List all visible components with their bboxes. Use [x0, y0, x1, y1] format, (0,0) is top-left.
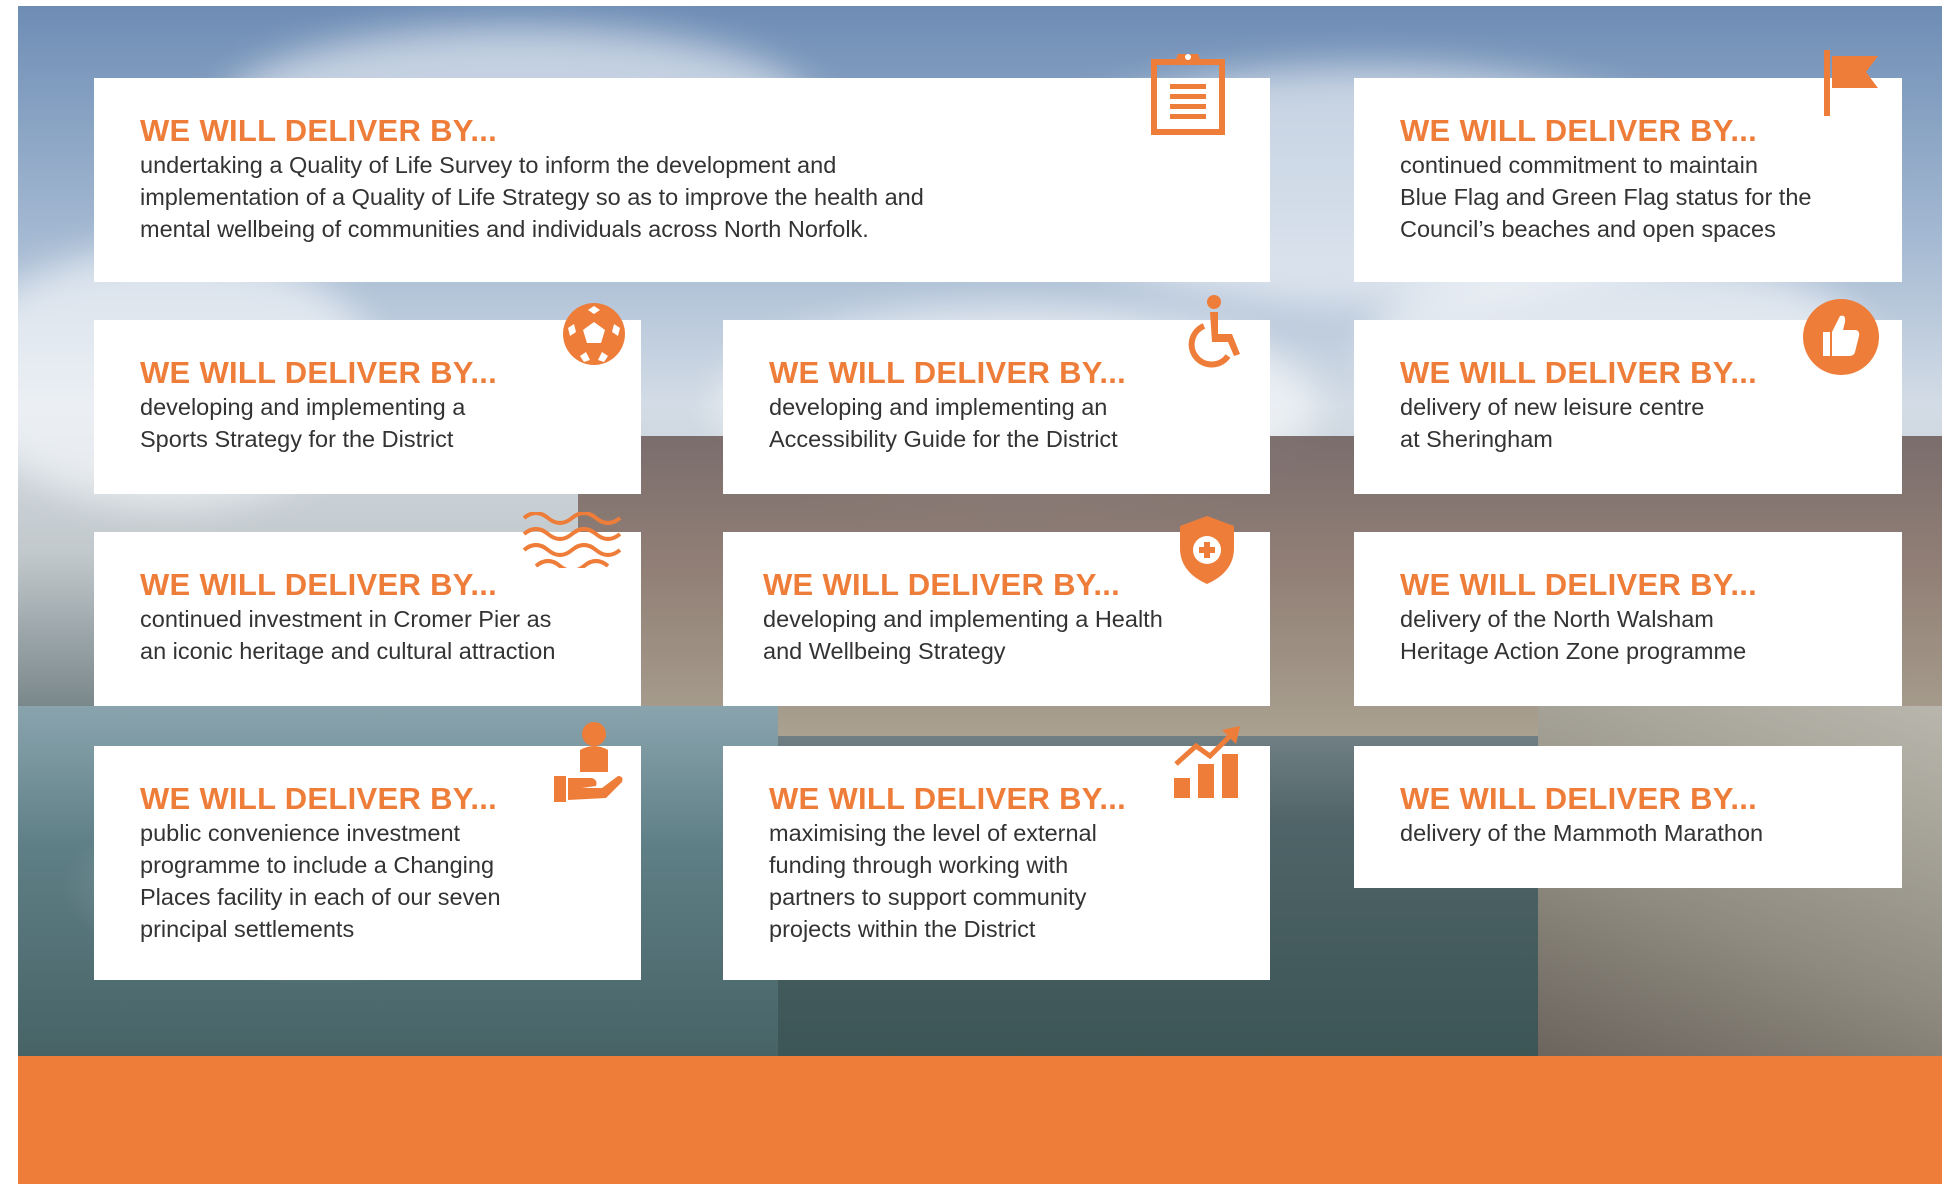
card-heading: WE WILL DELIVER BY...	[140, 567, 498, 602]
delivery-card-blue-flag: WE WILL DELIVER BY... continued commitme…	[1354, 78, 1902, 282]
card-body: continued investment in Cromer Pier as a…	[140, 606, 556, 664]
waves-icon	[522, 512, 622, 568]
card-heading: WE WILL DELIVER BY...	[1400, 781, 1758, 816]
card-heading: WE WILL DELIVER BY...	[140, 781, 498, 816]
delivery-card-sports-strategy: WE WILL DELIVER BY... developing and imp…	[94, 320, 641, 494]
card-body: delivery of new leisure centre at Sherin…	[1400, 394, 1705, 452]
card-heading: WE WILL DELIVER BY...	[1400, 567, 1758, 602]
card-body: developing and implementing an Accessibi…	[769, 394, 1118, 452]
card-body: maximising the level of external funding…	[769, 820, 1097, 942]
card-heading: WE WILL DELIVER BY...	[140, 113, 498, 148]
card-heading: WE WILL DELIVER BY...	[769, 355, 1127, 390]
health-shield-icon	[1180, 516, 1234, 584]
growth-chart-icon	[1174, 726, 1240, 798]
delivery-card-quality-of-life: WE WILL DELIVER BY... undertaking a Qual…	[94, 78, 1270, 282]
card-body: developing and implementing a Sports Str…	[140, 394, 466, 452]
card-body: developing and implementing a Health and…	[763, 606, 1163, 664]
card-heading: WE WILL DELIVER BY...	[1400, 113, 1758, 148]
hand-person-icon	[554, 722, 623, 802]
card-body: delivery of the Mammoth Marathon	[1400, 820, 1764, 846]
page: WE WILL DELIVER BY... undertaking a Qual…	[0, 0, 1942, 1184]
delivery-card-mammoth-marathon: WE WILL DELIVER BY... delivery of the Ma…	[1354, 746, 1902, 888]
flag-icon	[1824, 50, 1878, 116]
card-heading: WE WILL DELIVER BY...	[763, 567, 1121, 602]
card-heading: WE WILL DELIVER BY...	[140, 355, 498, 390]
wheelchair-icon	[1188, 295, 1240, 368]
card-body: continued commitment to maintain Blue Fl…	[1400, 152, 1812, 242]
footer-band	[18, 1056, 1942, 1184]
clipboard-icon	[1151, 54, 1225, 135]
thumbs-up-icon	[1803, 299, 1879, 375]
card-body: delivery of the North Walsham Heritage A…	[1400, 606, 1747, 664]
football-icon	[563, 303, 625, 365]
delivery-card-north-walsham: WE WILL DELIVER BY... delivery of the No…	[1354, 532, 1902, 706]
card-body: public convenience investment programme …	[140, 820, 501, 942]
card-body: undertaking a Quality of Life Survey to …	[140, 152, 924, 242]
